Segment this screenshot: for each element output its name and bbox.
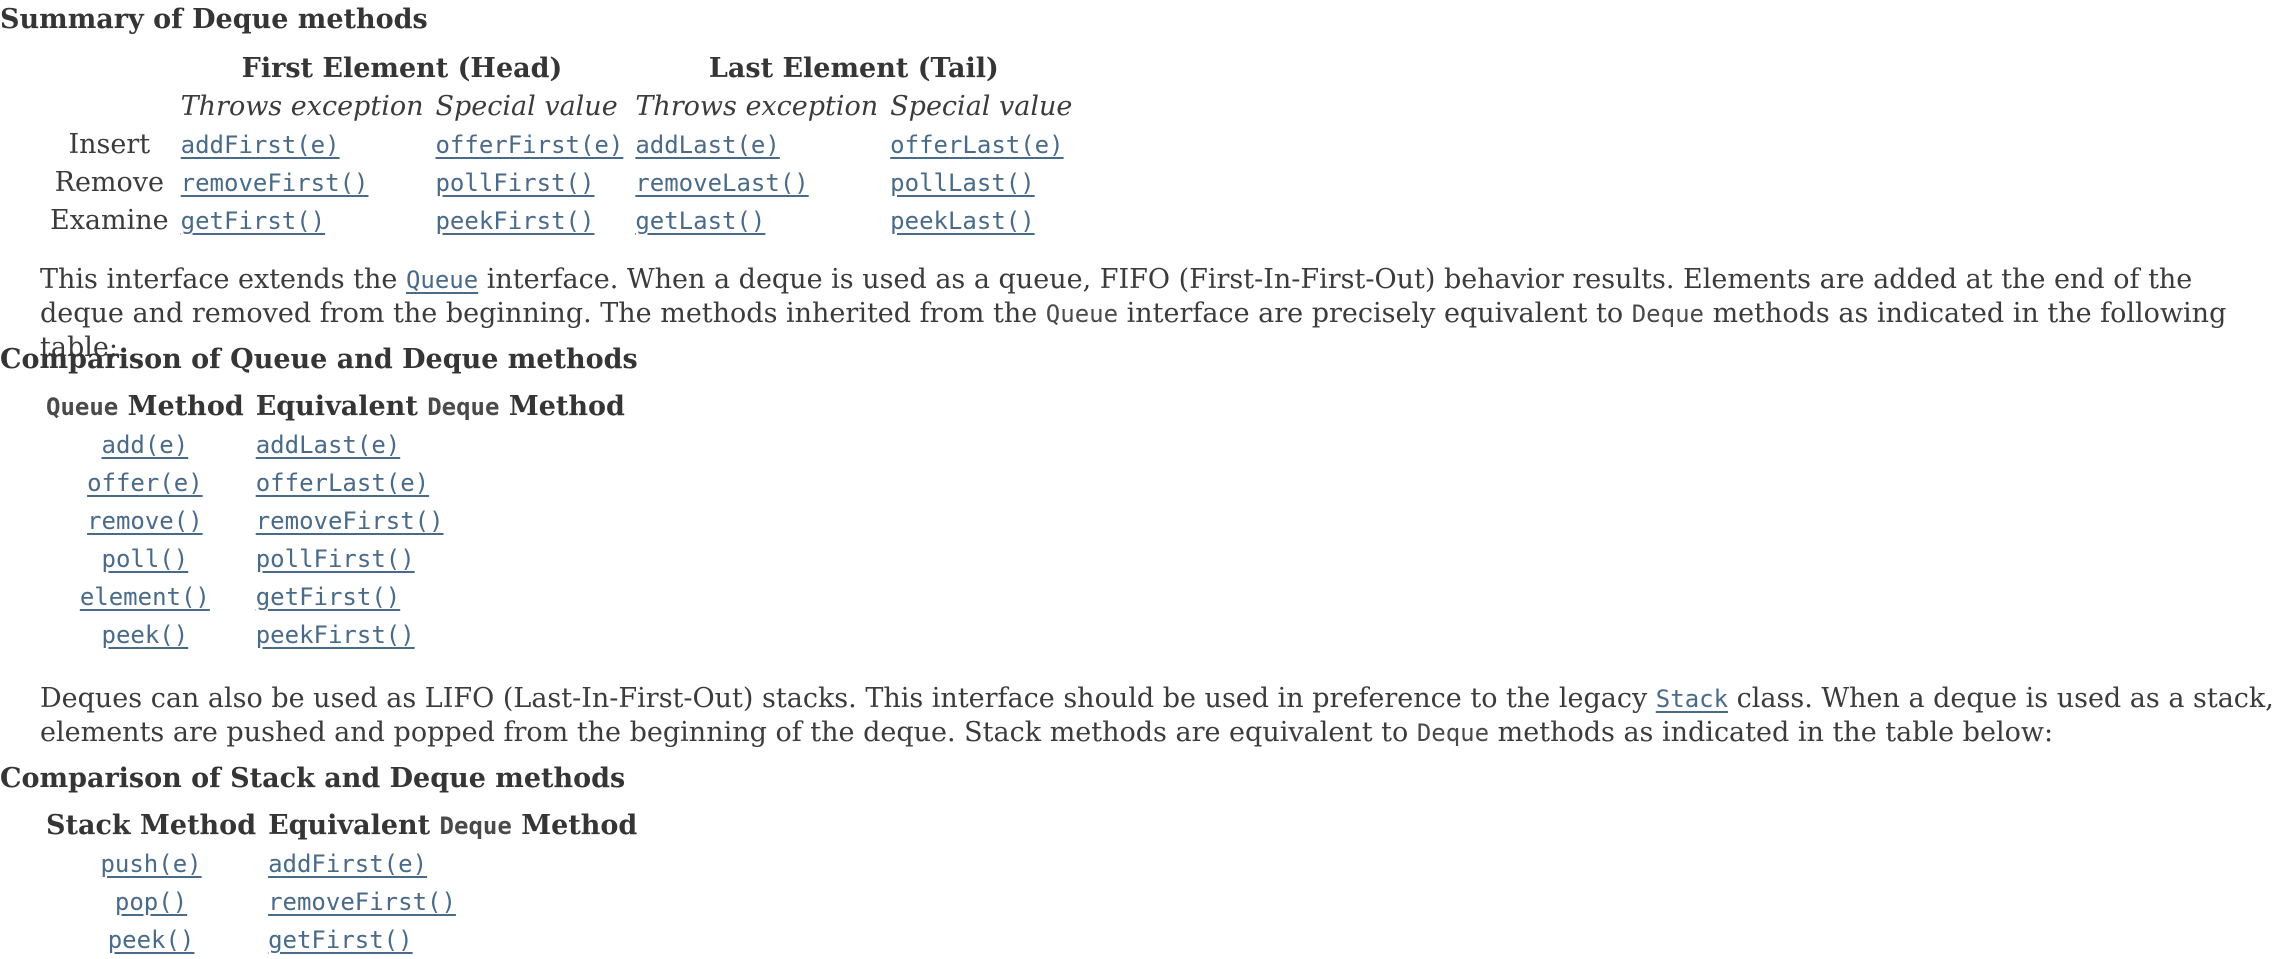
subheader-tail-special: Special value bbox=[890, 91, 1073, 122]
stack-method-header: Stack Method bbox=[46, 810, 257, 841]
method-link[interactable]: removeFirst() bbox=[268, 888, 456, 916]
summary-table: First Element (Head) Last Element (Tail)… bbox=[44, 50, 1078, 240]
header-text: Method bbox=[511, 810, 638, 841]
method-link[interactable]: peekFirst() bbox=[256, 621, 415, 649]
head-group-header: First Element (Head) bbox=[241, 53, 563, 84]
method-link[interactable]: push(e) bbox=[100, 850, 201, 878]
subheader-head-special: Special value bbox=[435, 91, 618, 122]
inline-code: Queue bbox=[46, 393, 119, 421]
method-link[interactable]: peek() bbox=[102, 621, 189, 649]
header-text: Equivalent bbox=[255, 391, 428, 422]
table-row: peek() peekFirst() bbox=[40, 616, 631, 654]
row-label-insert: Insert bbox=[68, 129, 151, 160]
queue-comparison-table: Queue Method Equivalent Deque Method add… bbox=[40, 388, 631, 654]
method-link[interactable]: element() bbox=[80, 583, 210, 611]
inline-code: Deque bbox=[1631, 300, 1704, 328]
method-link[interactable]: addLast(e) bbox=[635, 131, 780, 159]
equivalent-deque-header: Equivalent Deque Method bbox=[250, 388, 631, 426]
method-link[interactable]: peekLast() bbox=[890, 207, 1035, 235]
header-text: Method bbox=[118, 391, 244, 422]
method-link[interactable]: pollLast() bbox=[890, 169, 1035, 197]
method-link[interactable]: offer(e) bbox=[87, 469, 203, 497]
method-link[interactable]: pop() bbox=[115, 888, 187, 916]
row-label-remove: Remove bbox=[54, 167, 165, 198]
javadoc-page: Summary of Deque methods First Element (… bbox=[0, 0, 2296, 954]
queue-method-header: Queue Method bbox=[40, 388, 250, 426]
subheader-head-throws: Throws exception bbox=[180, 91, 424, 122]
method-link[interactable]: getFirst() bbox=[256, 583, 401, 611]
table-row: Remove removeFirst() pollFirst() removeL… bbox=[44, 164, 1078, 202]
header-text: Equivalent bbox=[268, 810, 440, 841]
table-row: remove() removeFirst() bbox=[40, 502, 631, 540]
stack-link[interactable]: Stack bbox=[1656, 685, 1728, 713]
queue-link[interactable]: Queue bbox=[406, 266, 478, 294]
method-link[interactable]: addFirst(e) bbox=[268, 850, 427, 878]
method-link[interactable]: addLast(e) bbox=[256, 431, 401, 459]
table-row: add(e) addLast(e) bbox=[40, 426, 631, 464]
para-text: interface are precisely equivalent to bbox=[1118, 298, 1632, 329]
stack-comparison-table: Stack Method Equivalent Deque Method pus… bbox=[40, 807, 643, 959]
inline-code: Queue bbox=[1045, 300, 1119, 328]
table-row: peek() getFirst() bbox=[40, 921, 643, 959]
para-text: methods as indicated in the table below: bbox=[1489, 717, 2054, 748]
stack-comparison-caption: Comparison of Stack and Deque methods bbox=[0, 763, 626, 794]
table-row: poll() pollFirst() bbox=[40, 540, 631, 578]
method-link[interactable]: peek() bbox=[108, 926, 195, 954]
table-row: element() getFirst() bbox=[40, 578, 631, 616]
empty-corner bbox=[44, 88, 175, 126]
header-text: Method bbox=[499, 391, 625, 422]
table-row: push(e) addFirst(e) bbox=[40, 845, 643, 883]
tail-group-header: Last Element (Tail) bbox=[708, 53, 999, 84]
method-link[interactable]: remove() bbox=[87, 507, 203, 535]
method-link[interactable]: removeLast() bbox=[635, 169, 808, 197]
method-link[interactable]: getFirst() bbox=[181, 207, 326, 235]
method-link[interactable]: offerLast(e) bbox=[256, 469, 429, 497]
para-text: Deques can also be used as LIFO (Last-In… bbox=[40, 683, 1656, 714]
subheader-tail-throws: Throws exception bbox=[635, 91, 879, 122]
summary-caption: Summary of Deque methods bbox=[0, 4, 428, 35]
table-row: pop() removeFirst() bbox=[40, 883, 643, 921]
method-link[interactable]: getLast() bbox=[635, 207, 765, 235]
inline-code: Deque bbox=[427, 393, 500, 421]
row-label-examine: Examine bbox=[50, 205, 169, 236]
para-text: This interface extends the bbox=[40, 264, 406, 295]
method-link[interactable]: removeFirst() bbox=[256, 507, 444, 535]
method-link[interactable]: pollFirst() bbox=[435, 169, 594, 197]
table-row: Examine getFirst() peekFirst() getLast()… bbox=[44, 202, 1078, 240]
method-link[interactable]: offerFirst(e) bbox=[435, 131, 623, 159]
method-link[interactable]: addFirst(e) bbox=[181, 131, 340, 159]
table-row: offer(e) offerLast(e) bbox=[40, 464, 631, 502]
method-link[interactable]: offerLast(e) bbox=[890, 131, 1063, 159]
method-link[interactable]: poll() bbox=[102, 545, 189, 573]
table-row: Insert addFirst(e) offerFirst(e) addLast… bbox=[44, 126, 1078, 164]
method-link[interactable]: pollFirst() bbox=[256, 545, 415, 573]
method-link[interactable]: peekFirst() bbox=[435, 207, 594, 235]
queue-comparison-caption: Comparison of Queue and Deque methods bbox=[0, 344, 638, 375]
method-link[interactable]: removeFirst() bbox=[181, 169, 369, 197]
method-link[interactable]: add(e) bbox=[102, 431, 189, 459]
empty-corner bbox=[44, 50, 175, 88]
inline-code: Deque bbox=[1416, 719, 1490, 747]
inline-code: Deque bbox=[439, 812, 512, 840]
method-link[interactable]: getFirst() bbox=[268, 926, 413, 954]
stack-description: Deques can also be used as LIFO (Last-In… bbox=[40, 682, 2280, 750]
equivalent-deque-header: Equivalent Deque Method bbox=[262, 807, 643, 845]
